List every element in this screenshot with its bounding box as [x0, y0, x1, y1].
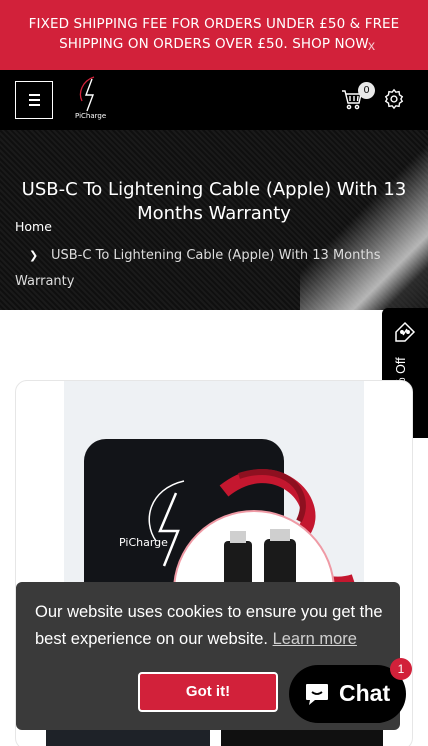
chat-label: Chat — [339, 680, 391, 706]
chat-notification-badge: 1 — [390, 658, 412, 680]
announcement-close-button[interactable]: x — [368, 35, 375, 55]
announcement-text[interactable]: FIXED SHIPPING FEE FOR ORDERS UNDER £50 … — [29, 16, 400, 52]
menu-button[interactable] — [15, 81, 53, 119]
discount-tag-icon — [395, 321, 416, 342]
breadcrumb-current: USB-C To Lightening Cable (Apple) With 1… — [15, 248, 381, 289]
learn-more-link[interactable]: Learn more — [273, 630, 357, 648]
hamburger-line — [29, 94, 40, 96]
cookie-accept-button[interactable]: Got it! — [138, 672, 278, 712]
page-hero: USB-C To Lightening Cable (Apple) With 1… — [0, 130, 428, 310]
hamburger-line — [29, 99, 40, 101]
gear-icon[interactable] — [383, 88, 405, 110]
chevron-right-icon: ❯ — [29, 249, 39, 262]
chat-bubble-icon — [306, 684, 328, 705]
product-image-logo: PiCharge — [119, 536, 168, 549]
hamburger-line — [29, 104, 40, 106]
page-title: USB-C To Lightening Cable (Apple) With 1… — [21, 179, 407, 224]
chat-button[interactable]: Chat — [289, 665, 406, 723]
announcement-bar: FIXED SHIPPING FEE FOR ORDERS UNDER £50 … — [0, 0, 428, 70]
breadcrumb-home-link[interactable]: Home — [15, 219, 52, 234]
cookie-message: Our website uses cookies to ensure you g… — [35, 599, 385, 653]
picharge-logo[interactable]: PiCharge — [74, 75, 106, 121]
cart-count-badge: 0 — [358, 82, 375, 99]
logo-text: PiCharge — [75, 112, 106, 120]
breadcrumb: ❯ USB-C To Lightening Cable (Apple) With … — [15, 243, 415, 295]
site-header: PiCharge 0 — [0, 70, 428, 130]
